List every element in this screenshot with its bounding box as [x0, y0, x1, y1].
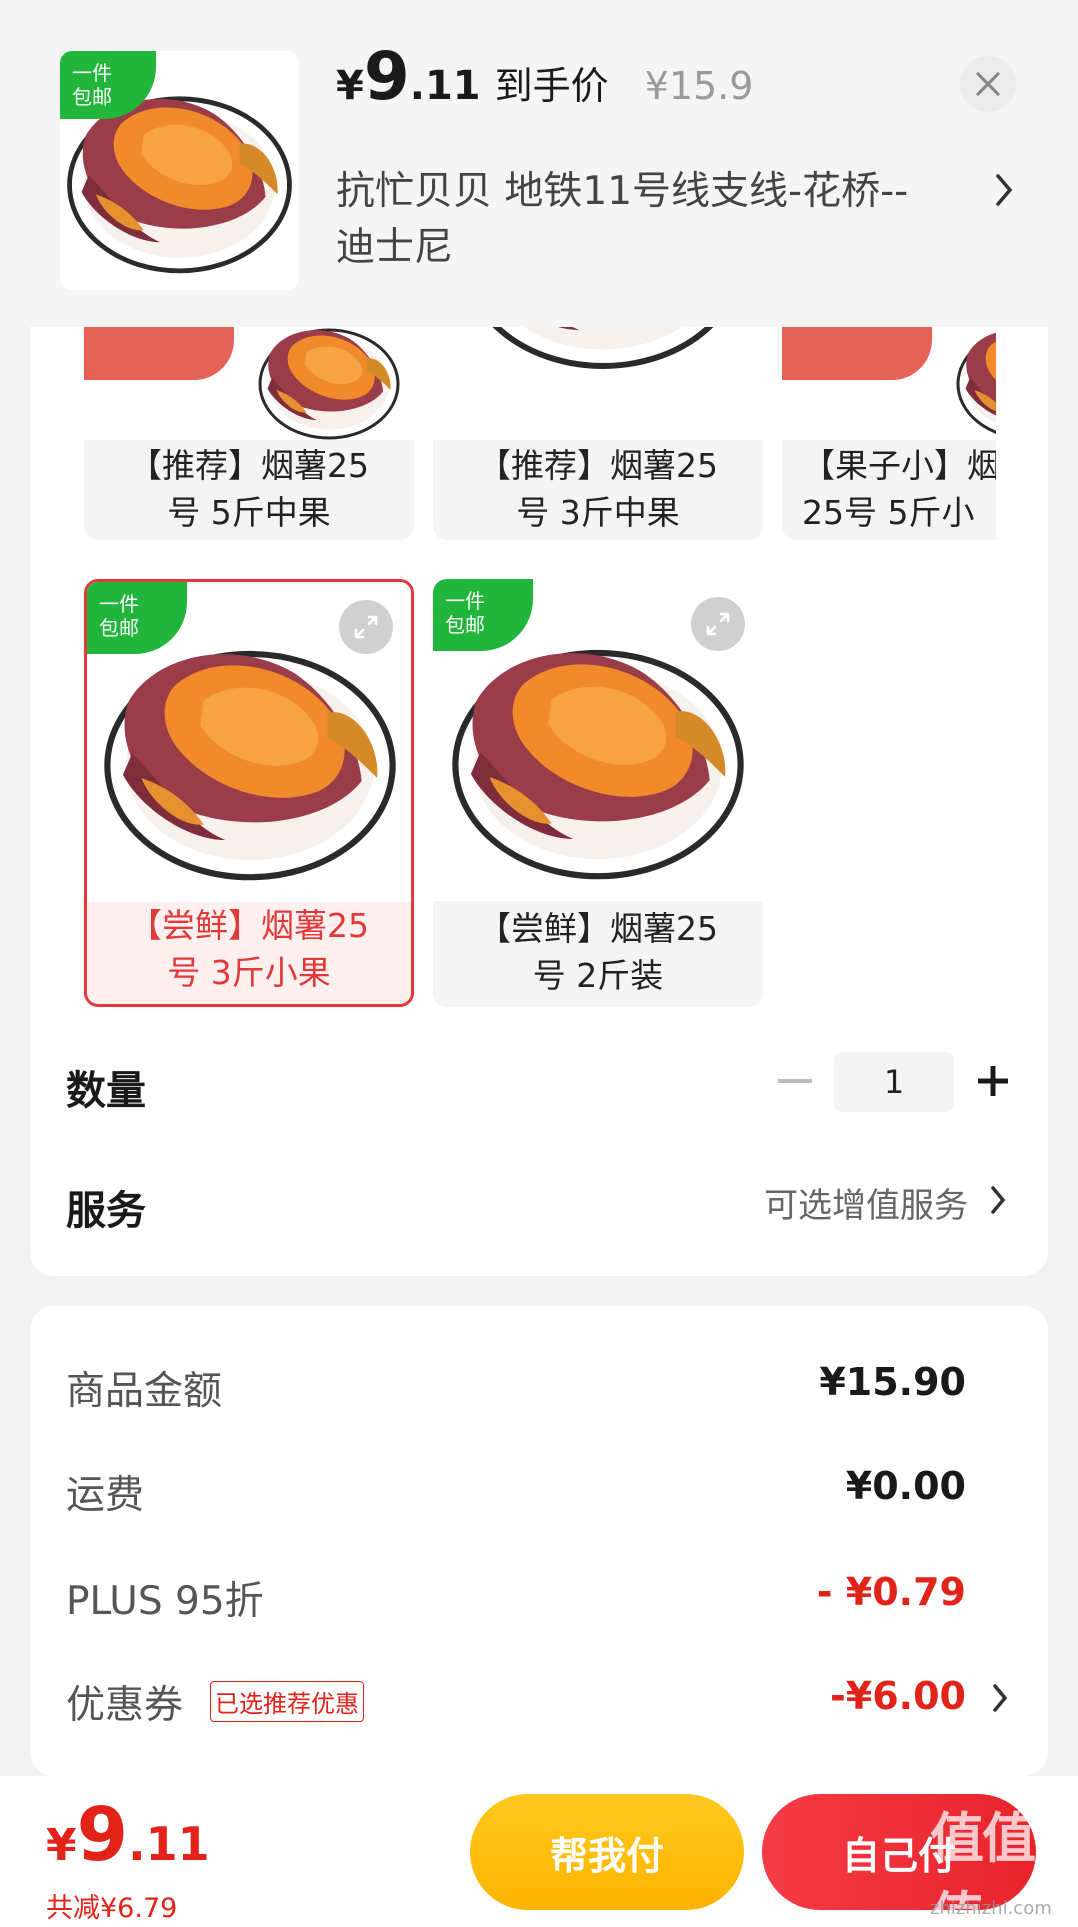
- value-added-service-link[interactable]: 可选增值服务: [700, 1178, 968, 1227]
- option-card[interactable]: 【推荐】烟薯25号 5斤中果: [84, 300, 414, 540]
- plus-discount-label: PLUS 95折: [66, 1579, 264, 1624]
- expand-image-button[interactable]: [339, 600, 393, 654]
- expand-icon: [354, 615, 378, 639]
- checkout-bar: ¥ 9 .11 共减¥6.79 帮我付 自己付 值值值 zhizhizhi.co…: [0, 1776, 1078, 1927]
- total-saved: 共减¥6.79: [46, 1893, 178, 1924]
- option-label: 【尝鲜】烟薯25号 2斤装: [478, 909, 718, 995]
- coupon-value[interactable]: -¥6.00: [830, 1674, 966, 1718]
- price-decimal: .11: [409, 63, 481, 109]
- quantity-increase-button[interactable]: [974, 1062, 1012, 1100]
- product-header: 一件 包邮 ¥ 9 .11 到手价 ¥15.9 抗忙贝贝 地铁11号线支线-花桥…: [0, 0, 1078, 327]
- quantity-decrease-button[interactable]: [776, 1062, 814, 1100]
- option-card[interactable]: 【推荐】烟薯25号 3斤中果: [433, 300, 763, 540]
- price-tag-label: 到手价: [494, 64, 609, 108]
- option-label: 【推荐】烟薯25号 5斤中果: [129, 446, 369, 532]
- currency-symbol: ¥: [46, 1820, 77, 1871]
- delivery-address[interactable]: 抗忙贝贝 地铁11号线支线-花桥--迪士尼: [336, 164, 916, 276]
- product-thumbnail: 一件 包邮: [60, 51, 299, 290]
- goods-amount-label: 商品金额: [66, 1369, 223, 1414]
- chevron-right-icon[interactable]: [992, 172, 1016, 208]
- price-integer: 9: [76, 1792, 129, 1878]
- original-price: ¥15.9: [644, 64, 754, 108]
- scroll-edge: [996, 300, 1048, 550]
- help-me-pay-button[interactable]: 帮我付: [470, 1794, 744, 1910]
- quantity-label: 数量: [66, 1068, 146, 1114]
- coupon-label: 优惠券: [66, 1683, 184, 1728]
- price-decimal: .11: [128, 1817, 210, 1871]
- currency-symbol: ¥: [336, 63, 364, 109]
- option-card-selected[interactable]: 一件 包邮 【尝鲜】烟薯25号 3斤小果: [84, 579, 414, 1007]
- chevron-right-icon[interactable]: [990, 1682, 1010, 1714]
- plus-discount-value: - ¥0.79: [816, 1570, 966, 1614]
- option-label: 【尝鲜】烟薯25号 3斤小果: [129, 906, 369, 992]
- shipping-label: 运费: [66, 1473, 145, 1518]
- price-summary: 商品金额 ¥15.90 运费 ¥0.00 PLUS 95折 - ¥0.79 优惠…: [30, 1306, 1048, 1776]
- final-price: ¥ 9 .11 到手价 ¥15.9: [336, 44, 753, 124]
- total-price: ¥ 9 .11: [46, 1798, 210, 1872]
- plus-icon: [978, 1066, 1008, 1096]
- option-label: 【推荐】烟薯25号 3斤中果: [478, 446, 718, 532]
- goods-amount-value: ¥15.90: [819, 1360, 966, 1404]
- chevron-right-icon[interactable]: [988, 1184, 1008, 1216]
- price-integer: 9: [363, 38, 410, 115]
- close-button[interactable]: [960, 56, 1016, 112]
- service-label: 服务: [66, 1188, 146, 1234]
- shipping-value: ¥0.00: [845, 1464, 966, 1508]
- recommended-coupon-tag: 已选推荐优惠: [210, 1681, 364, 1722]
- quantity-input[interactable]: 1: [834, 1052, 954, 1112]
- expand-icon: [706, 612, 730, 636]
- expand-image-button[interactable]: [691, 597, 745, 651]
- close-icon: [976, 72, 1000, 96]
- option-card[interactable]: 一件 包邮 【尝鲜】烟薯25号 2斤装: [433, 579, 763, 1007]
- spec-selection-panel: 【推荐】烟薯25号 5斤中果 【推荐】烟薯25号 3斤中果 【果子小】烟薯25号…: [30, 300, 1048, 1276]
- minus-icon: [778, 1079, 812, 1083]
- watermark-url: zhizhizhi.com: [930, 1898, 1052, 1919]
- free-shipping-badge: 一件 包邮: [60, 51, 156, 119]
